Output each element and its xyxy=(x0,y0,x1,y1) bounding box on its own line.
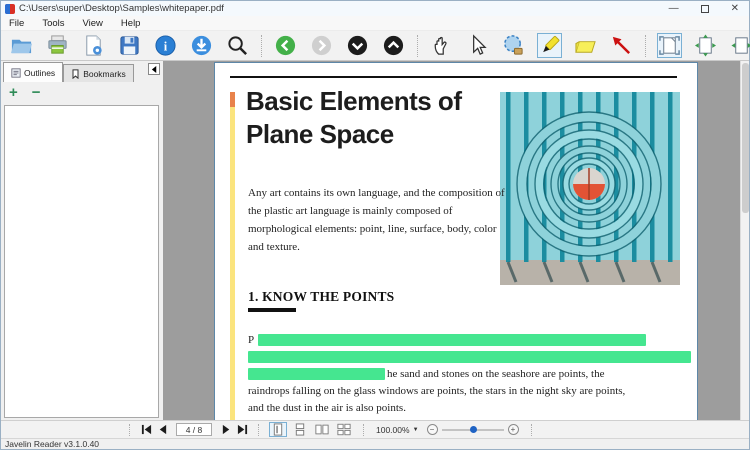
toolbar: i xyxy=(1,31,750,61)
nav-forward-icon[interactable] xyxy=(309,33,334,58)
tab-bookmarks-label: Bookmarks xyxy=(83,68,126,79)
hand-tool-icon[interactable] xyxy=(429,33,454,58)
collapse-left-icon xyxy=(151,65,156,73)
tab-outlines[interactable]: Outlines xyxy=(3,62,64,82)
outlines-icon xyxy=(11,67,21,78)
paragraph-text: he sand and stones on the seashore are p… xyxy=(387,367,605,380)
toolbar-divider xyxy=(645,34,646,57)
zoom-out-button[interactable]: − xyxy=(426,424,438,435)
document-viewer[interactable]: Basic Elements of Plane Space Any art co… xyxy=(163,61,749,420)
menubar: File Tools View Help xyxy=(1,16,749,31)
toolbar-divider xyxy=(417,34,418,57)
zoom-slider[interactable] xyxy=(441,424,504,435)
close-button[interactable]: ✕ xyxy=(731,3,739,14)
save-icon[interactable] xyxy=(117,33,142,58)
print-icon[interactable] xyxy=(45,33,70,58)
highlighter-icon[interactable] xyxy=(537,33,562,58)
scroll-down-icon[interactable] xyxy=(345,33,370,58)
menu-file[interactable]: File xyxy=(9,18,24,29)
outline-panel[interactable] xyxy=(4,105,159,418)
last-page-button[interactable] xyxy=(234,423,250,437)
previous-page-button[interactable] xyxy=(154,423,170,437)
scroll-up-icon[interactable] xyxy=(381,33,406,58)
sidebar: Outlines Bookmarks + − xyxy=(1,61,163,420)
navbar-divider xyxy=(530,423,532,436)
first-page-button[interactable] xyxy=(138,423,154,437)
menu-help[interactable]: Help xyxy=(121,18,141,29)
section-heading: 1. KNOW THE POINTS xyxy=(248,289,395,304)
search-icon[interactable] xyxy=(225,33,250,58)
paragraph-text: raindrops falling on the glass windows a… xyxy=(248,384,626,397)
highlight-bar xyxy=(248,367,385,380)
highlight-bar xyxy=(258,333,647,346)
document-photo xyxy=(500,92,680,285)
continuous-view-icon[interactable] xyxy=(291,422,309,437)
next-page-button[interactable] xyxy=(218,423,234,437)
sidebar-collapse-button[interactable] xyxy=(148,63,160,75)
zoom-value: 100.00% xyxy=(376,424,410,435)
tab-bookmarks[interactable]: Bookmarks xyxy=(63,64,134,82)
maximize-button[interactable] xyxy=(700,4,709,13)
tab-outlines-label: Outlines xyxy=(24,67,56,78)
page-top-rule xyxy=(230,76,677,78)
document-title: Basic Elements of Plane Space xyxy=(246,86,462,149)
zoom-in-button[interactable]: + xyxy=(507,424,519,435)
download-icon[interactable] xyxy=(189,33,214,58)
section-underline xyxy=(248,308,296,312)
sidebar-tabs: Outlines Bookmarks xyxy=(1,62,163,82)
navbar-divider xyxy=(363,423,364,436)
intro-paragraph: Any art contains its own language, and t… xyxy=(248,187,505,253)
app-window: C:\Users\super\Desktop\Samples\whitepape… xyxy=(0,0,750,450)
collapse-all-button[interactable]: − xyxy=(32,85,41,100)
menu-tools[interactable]: Tools xyxy=(42,18,64,29)
titlebar: C:\Users\super\Desktop\Samples\whitepape… xyxy=(1,1,749,16)
statusbar: Javelin Reader v3.1.0.40 xyxy=(1,438,749,449)
bookmark-icon xyxy=(72,68,79,79)
nav-back-icon[interactable] xyxy=(273,33,298,58)
snapshot-icon[interactable] xyxy=(501,33,526,58)
fit-width-icon[interactable] xyxy=(693,33,718,58)
scrollbar-thumb[interactable] xyxy=(742,63,749,213)
app-version: Javelin Reader v3.1.0.40 xyxy=(5,439,100,449)
navbar-divider xyxy=(129,423,130,436)
window-title: C:\Users\super\Desktop\Samples\whitepape… xyxy=(19,3,224,14)
continuous-facing-view-icon[interactable] xyxy=(335,422,353,437)
menu-view[interactable]: View xyxy=(83,18,103,29)
export-document-icon[interactable] xyxy=(81,33,106,58)
vertical-scrollbar[interactable] xyxy=(740,61,749,420)
svg-text:i: i xyxy=(164,39,168,53)
open-folder-icon[interactable] xyxy=(9,33,34,58)
highlight-bar xyxy=(248,350,691,363)
sticky-note-icon[interactable] xyxy=(573,33,598,58)
navbar-divider xyxy=(258,423,259,436)
navigation-bar: 4 / 8 100.00% ▼ − + xyxy=(1,420,749,438)
zoom-slider-thumb[interactable] xyxy=(469,426,477,433)
app-icon xyxy=(5,3,15,14)
single-page-view-icon[interactable] xyxy=(269,422,287,437)
paragraph-text: and the dust in the air is also points. xyxy=(248,401,406,414)
accent-bar xyxy=(230,92,235,420)
paragraph-first-char: P xyxy=(248,333,255,346)
chevron-down-icon: ▼ xyxy=(412,426,419,433)
expand-all-button[interactable]: + xyxy=(9,85,18,100)
info-icon[interactable]: i xyxy=(153,33,178,58)
facing-view-icon[interactable] xyxy=(313,422,331,437)
arrow-annotation-icon[interactable] xyxy=(609,33,634,58)
pdf-page[interactable]: Basic Elements of Plane Space Any art co… xyxy=(214,62,698,420)
page-indicator[interactable]: 4 / 8 xyxy=(176,423,212,436)
minimize-button[interactable]: — xyxy=(669,3,679,14)
fit-visible-icon[interactable] xyxy=(729,33,750,58)
zoom-level-dropdown[interactable]: 100.00% ▼ xyxy=(376,425,419,435)
select-tool-icon[interactable] xyxy=(465,33,490,58)
highlighted-paragraph: P he sand and stones on the seashore are… xyxy=(248,331,694,416)
toolbar-divider xyxy=(261,34,262,57)
fit-page-icon[interactable] xyxy=(657,33,682,58)
